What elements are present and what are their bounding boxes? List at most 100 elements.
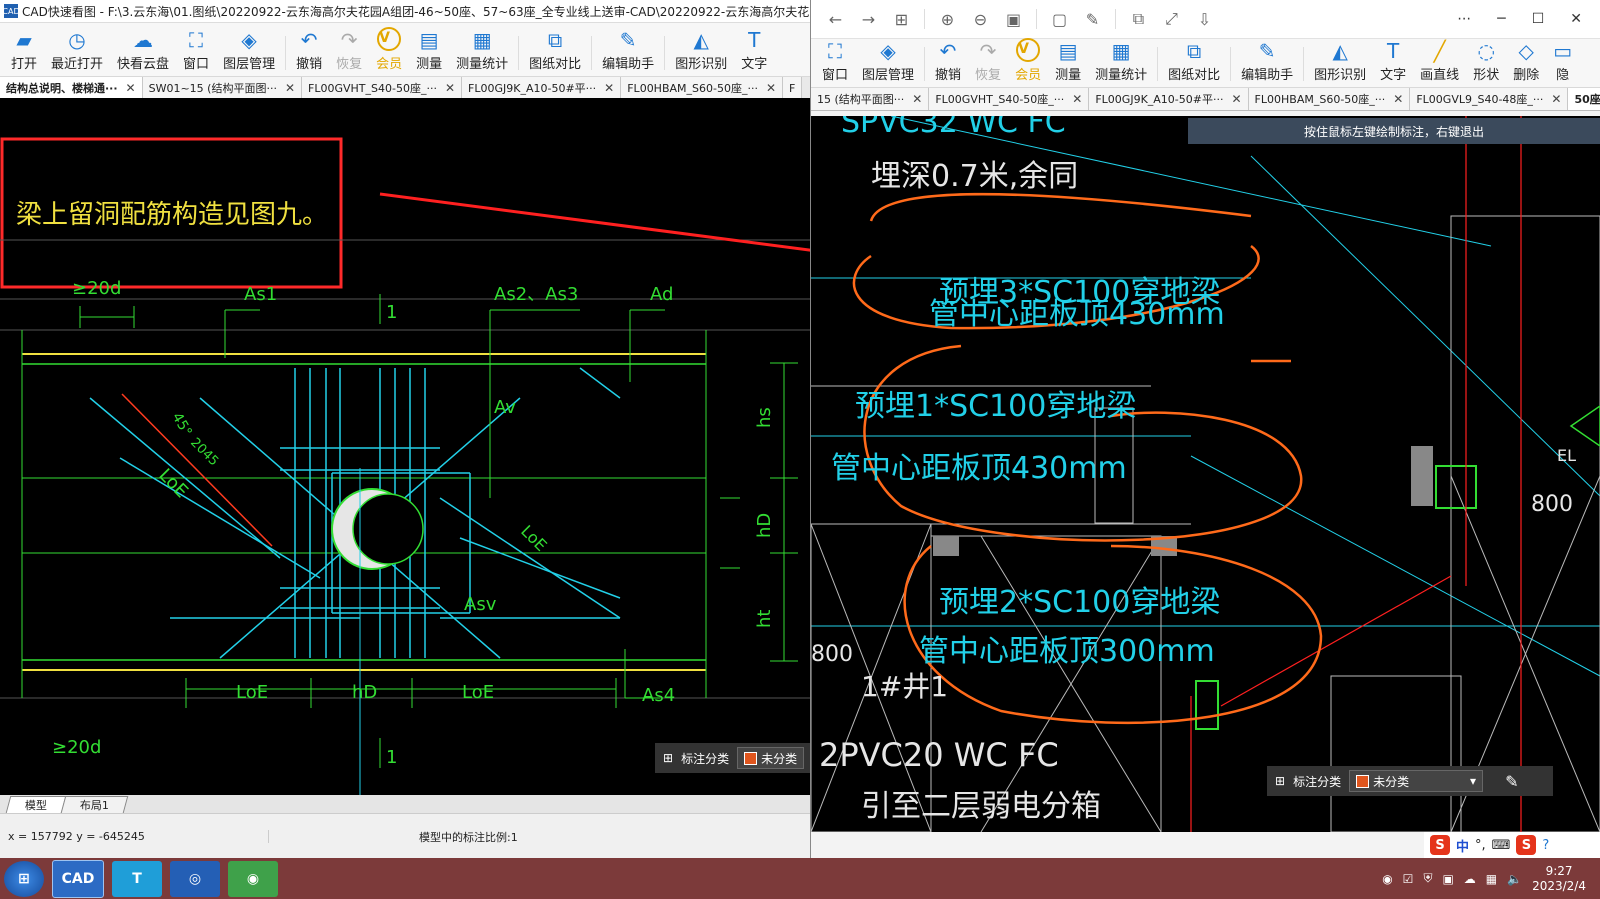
tab-drawing-r3[interactable]: FL00HBAM_S60-50座_··· ✕ <box>1248 88 1411 110</box>
help-icon[interactable]: ? <box>1542 838 1549 853</box>
app-tray-icon[interactable]: ▣ <box>1442 872 1453 886</box>
copy-icon[interactable]: ⧉ <box>1122 9 1155 29</box>
check-tray-icon[interactable]: ☑ <box>1403 872 1414 886</box>
fullscreen-icon[interactable]: ⤢ <box>1155 9 1188 29</box>
category-select[interactable]: 未分类 <box>737 747 805 769</box>
grid-icon[interactable]: ⊞ <box>663 751 673 765</box>
punctuation-icon[interactable]: °, <box>1475 838 1486 853</box>
measure-stats-button[interactable]: ▦ 测量统计 <box>449 26 515 76</box>
close-icon[interactable]: ✕ <box>445 81 455 95</box>
folder-icon: ▰ <box>16 28 32 52</box>
compare-button[interactable]: ⧉ 图纸对比 <box>522 26 588 76</box>
close-icon[interactable]: ✕ <box>912 92 922 106</box>
tab-drawing-r1[interactable]: FL00GVHT_S40-50座_··· ✕ <box>929 88 1090 110</box>
draw-line-button[interactable]: ╱ 画直线 <box>1413 37 1466 87</box>
close-icon[interactable]: ✕ <box>766 81 776 95</box>
cloud-tray-icon[interactable]: ☁ <box>1464 872 1476 886</box>
layer-button[interactable]: ◈ 图层管理 <box>855 37 921 87</box>
redo-button[interactable]: ↷ 恢复 <box>329 26 369 76</box>
close-icon[interactable]: ✕ <box>1570 11 1582 27</box>
maximize-icon[interactable]: ☐ <box>1532 11 1545 27</box>
tab-drawing-r4[interactable]: FL00GVL9_S40-48座_··· ✕ <box>1410 88 1569 110</box>
close-icon[interactable]: ✕ <box>285 81 295 95</box>
window-button[interactable]: ⛶ 窗口 <box>815 37 855 87</box>
delete-button[interactable]: ◇ 删除 <box>1506 37 1546 87</box>
back-icon[interactable]: ← <box>819 10 852 29</box>
undo-button[interactable]: ↶ 撤销 <box>289 26 329 76</box>
measure-button[interactable]: ▤ 测量 <box>409 26 449 76</box>
zoom-out-icon[interactable]: ⊖ <box>964 10 997 29</box>
clock[interactable]: 9:27 2023/2/4 <box>1532 864 1586 894</box>
taskbar-text-app[interactable]: T <box>112 860 162 897</box>
wechat-tray-icon[interactable]: ◉ <box>1382 872 1392 886</box>
ime-language[interactable]: 中 <box>1456 836 1469 855</box>
close-icon[interactable]: ✕ <box>1393 92 1403 106</box>
drawing-tabs: 结构总说明、楼梯通··· ✕ SW01~15 (结构平面图··· ✕ FL00GVH… <box>0 77 810 100</box>
speaker-icon[interactable]: 🔈 <box>1507 872 1522 886</box>
edit-helper-button[interactable]: ✎ 编辑助手 <box>1234 37 1300 87</box>
open-button[interactable]: ▰ 打开 <box>4 26 44 76</box>
edit-helper-button[interactable]: ✎ 编辑助手 <box>595 26 661 76</box>
tab-drawing-2[interactable]: FL00GVHT_S40-50座_··· ✕ <box>302 77 463 99</box>
sogou-icon[interactable]: S <box>1430 835 1450 855</box>
layer-button[interactable]: ◈ 图层管理 <box>216 26 282 76</box>
compare-button[interactable]: ⧉ 图纸对比 <box>1161 37 1227 87</box>
recent-button[interactable]: ◷ 最近打开 <box>44 26 110 76</box>
tab-drawing-4[interactable]: FL00HBAM_S60-50座_··· ✕ <box>621 77 784 99</box>
close-icon[interactable]: ✕ <box>1072 92 1082 106</box>
edit-icon[interactable]: ✎ <box>1076 10 1109 29</box>
close-icon[interactable]: ✕ <box>1231 92 1241 106</box>
grid-icon[interactable]: ⊞ <box>1275 774 1285 788</box>
dim-label: LoE <box>462 682 494 703</box>
network-tray-icon[interactable]: ▦ <box>1486 872 1497 886</box>
tab-model[interactable]: 模型 <box>5 796 67 813</box>
taskbar-cad-app[interactable]: CAD <box>52 859 104 898</box>
measure-button[interactable]: ▤ 测量 <box>1048 37 1088 87</box>
category-select[interactable]: 未分类 ▾ <box>1349 770 1484 792</box>
close-icon[interactable]: ✕ <box>126 81 136 95</box>
tab-drawing-3[interactable]: FL00GJ9K_A10-50#平··· ✕ <box>462 77 622 99</box>
more-icon[interactable]: ⋯ <box>1457 11 1471 27</box>
cad-canvas-left[interactable]: 梁上留洞配筋构造见图九。 ≥20d As1 1 As2、As3 Ad Av 45… <box>0 98 810 795</box>
vip-button[interactable]: V 会员 <box>369 26 409 76</box>
dim-label: As1 <box>244 284 277 305</box>
download-icon[interactable]: ⇩ <box>1188 10 1221 29</box>
grid-view-icon[interactable]: ⊞ <box>885 10 918 29</box>
start-button[interactable]: ⊞ <box>4 860 44 897</box>
text-button[interactable]: T 文字 <box>734 26 774 76</box>
taskbar-browser-app[interactable]: ◎ <box>170 860 220 897</box>
window-button[interactable]: ⛶ 窗口 <box>176 26 216 76</box>
shape-recognition-button[interactable]: ◭ 图形识别 <box>1307 37 1373 87</box>
text-button[interactable]: T 文字 <box>1373 37 1413 87</box>
fit-screen-icon[interactable]: ▣ <box>997 10 1030 29</box>
cloud-button[interactable]: ☁ 快看云盘 <box>110 26 176 76</box>
vip-icon: V <box>1016 38 1041 62</box>
sogou-small-icon[interactable]: S <box>1516 835 1537 855</box>
keyboard-icon[interactable]: ⌨ <box>1492 838 1511 853</box>
minimize-icon[interactable]: ─ <box>1497 11 1505 27</box>
edit-annotation-icon[interactable]: ✎ <box>1505 772 1518 791</box>
zoom-in-icon[interactable]: ⊕ <box>931 10 964 29</box>
hide-button[interactable]: ▭ 隐 <box>1546 37 1579 87</box>
shape-button[interactable]: ◌ 形状 <box>1466 37 1506 87</box>
tab-drawing-5[interactable]: F <box>783 77 803 99</box>
redo-button[interactable]: ↷ 恢复 <box>968 37 1008 87</box>
tab-drawing-r5[interactable]: 50座_ <box>1568 88 1600 110</box>
cad-canvas-right[interactable]: SPVC32 WC FC 预埋3*SC100穿地梁 管中心距板顶430mm 预埋… <box>811 116 1600 832</box>
close-icon[interactable]: ✕ <box>604 81 614 95</box>
taskbar-wechat-app[interactable]: ◉ <box>228 860 278 897</box>
undo-button[interactable]: ↶ 撤销 <box>928 37 968 87</box>
shield-tray-icon[interactable]: ⛨ <box>1423 871 1432 886</box>
tab-drawing-0[interactable]: 结构总说明、楼梯通··· ✕ <box>0 77 143 99</box>
tab-layout1[interactable]: 布局1 <box>60 796 129 813</box>
shape-recognition-button[interactable]: ◭ 图形识别 <box>668 26 734 76</box>
tab-drawing-r2[interactable]: FL00GJ9K_A10-50#平··· ✕ <box>1089 88 1249 110</box>
tab-drawing-1[interactable]: SW01~15 (结构平面图··· ✕ <box>142 77 303 99</box>
rotate-icon[interactable]: ▢ <box>1043 10 1076 29</box>
tab-drawing-r0[interactable]: 15 (结构平面图··· ✕ <box>811 88 930 110</box>
top-pipe-text: SPVC32 WC FC <box>841 116 1066 140</box>
close-icon[interactable]: ✕ <box>1551 92 1561 106</box>
measure-stats-button[interactable]: ▦ 测量统计 <box>1088 37 1154 87</box>
vip-button[interactable]: V 会员 <box>1008 37 1048 87</box>
forward-icon[interactable]: → <box>852 10 885 29</box>
